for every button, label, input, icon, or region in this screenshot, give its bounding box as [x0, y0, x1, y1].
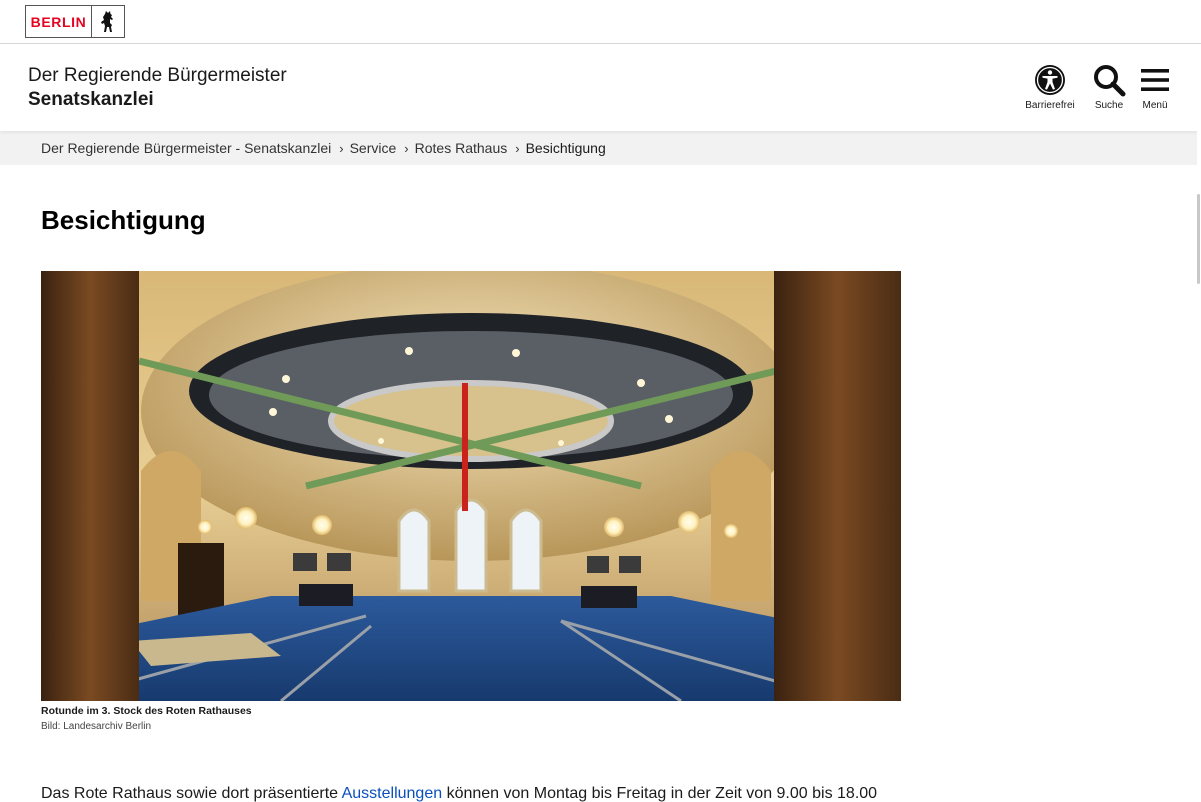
berlin-logo-text: BERLIN — [26, 6, 92, 37]
accessibility-button[interactable]: Barrierefrei — [1020, 62, 1080, 111]
page-title: Besichtigung — [41, 205, 206, 235]
top-strip: BERLIN — [0, 0, 1201, 44]
breadcrumb-item-service[interactable]: Service — [350, 140, 397, 156]
berlin-logo[interactable]: BERLIN — [25, 5, 125, 38]
org-name[interactable]: Der Regierende Bürgermeister — [28, 65, 287, 87]
org-department[interactable]: Senatskanzlei — [28, 89, 154, 111]
image-caption: Rotunde im 3. Stock des Roten Rathauses — [41, 705, 252, 717]
accessibility-icon — [1034, 62, 1066, 98]
rotunda-photo[interactable] — [41, 271, 901, 701]
exhibitions-link[interactable]: Ausstellungen — [342, 785, 443, 802]
hamburger-menu-icon — [1140, 62, 1170, 98]
search-icon — [1092, 62, 1126, 98]
intro-paragraph: Das Rote Rathaus sowie dort präsentierte… — [41, 785, 877, 802]
image-credit: Bild: Landesarchiv Berlin — [41, 721, 152, 732]
vertical-scrollbar[interactable] — [1197, 44, 1201, 802]
breadcrumb-item-senatskanzlei[interactable]: Der Regierende Bürgermeister - Senatskan… — [41, 140, 331, 156]
site-header: Der Regierende Bürgermeister Senatskanzl… — [0, 44, 1201, 131]
intro-text-start: Das Rote Rathaus sowie dort präsentierte — [41, 785, 342, 802]
intro-text-end: können von Montag bis Freitag in der Zei… — [442, 785, 878, 802]
rotunda-figure: Rotunde im 3. Stock des Roten Rathauses … — [41, 271, 901, 732]
breadcrumb: Der Regierende Bürgermeister - Senatskan… — [0, 131, 1201, 165]
breadcrumb-item-rotes-rathaus[interactable]: Rotes Rathaus — [415, 140, 508, 156]
scrollbar-thumb[interactable] — [1197, 194, 1200, 284]
accessibility-label: Barrierefrei — [1025, 100, 1075, 111]
chevron-right-icon: › — [404, 140, 409, 156]
berlin-bear-icon — [92, 6, 124, 37]
menu-button[interactable]: Menü — [1125, 62, 1185, 111]
search-label: Suche — [1094, 100, 1124, 111]
chevron-right-icon: › — [339, 140, 344, 156]
breadcrumb-item-current: Besichtigung — [525, 140, 606, 156]
menu-label: Menü — [1142, 100, 1168, 111]
chevron-right-icon: › — [515, 140, 520, 156]
